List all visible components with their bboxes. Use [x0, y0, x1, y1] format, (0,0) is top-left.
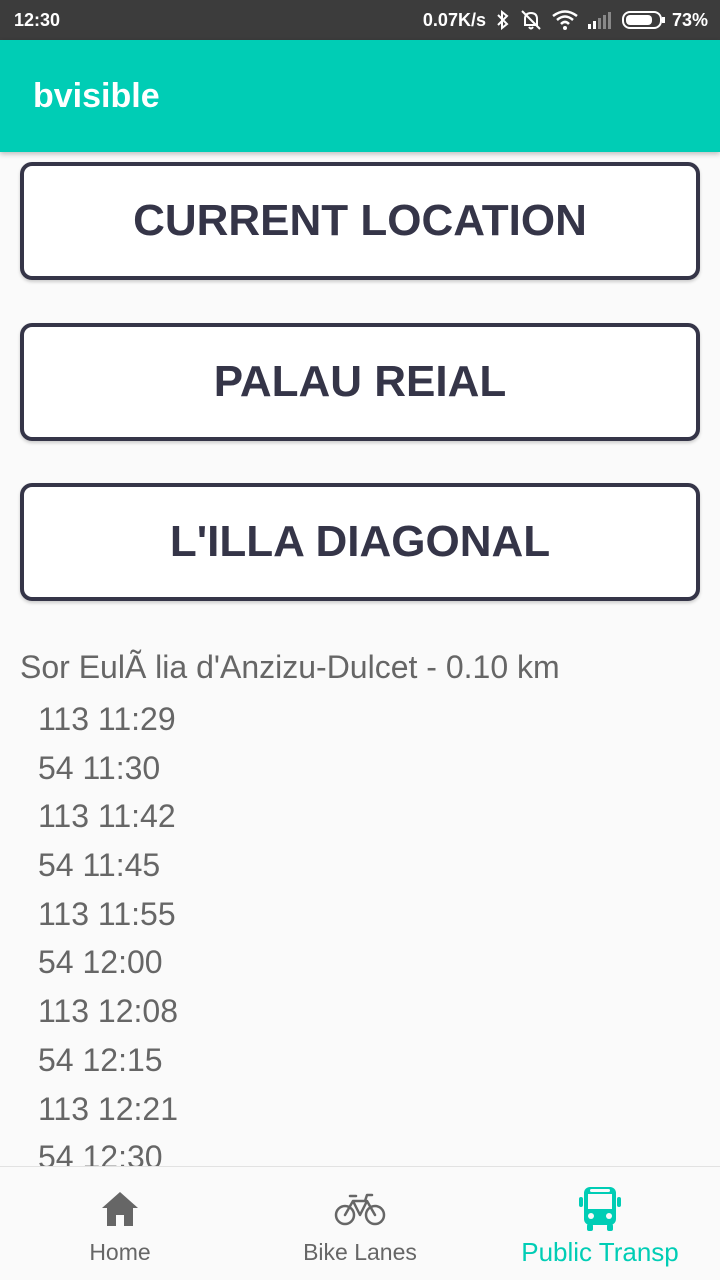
bottom-navigation: Home Bike Lanes Public Transp — [0, 1166, 720, 1280]
app-bar: bvisible — [0, 40, 720, 152]
nav-bike-lanes-label: Bike Lanes — [303, 1239, 417, 1265]
arrival-item: 113 12:21 — [38, 1090, 178, 1127]
nav-home-label: Home — [89, 1239, 151, 1265]
current-location-button[interactable]: CURRENT LOCATION — [20, 162, 700, 280]
arrival-item: 113 11:42 — [38, 798, 176, 835]
status-icons: 0.07K/s 73% — [423, 9, 708, 31]
stop-info: Sor EulÃ lia d'Anzizu-Dulcet - 0.10 km 1… — [20, 647, 700, 1166]
arrival-item: 113 11:29 — [38, 701, 176, 737]
status-time: 12:30 — [14, 9, 61, 30]
nav-bike-lanes[interactable]: Bike Lanes — [240, 1167, 480, 1280]
bell-off-icon — [520, 9, 542, 31]
arrival-item: 113 11:55 — [38, 895, 176, 932]
lilla-diagonal-button[interactable]: L'ILLA DIAGONAL — [20, 483, 700, 601]
app-title: bvisible — [33, 76, 160, 115]
nav-public-transport-label: Public Transp — [521, 1237, 679, 1267]
arrival-item: 54 12:30 — [38, 1139, 163, 1166]
arrival-item: 113 12:08 — [38, 993, 178, 1030]
bus-icon — [576, 1187, 624, 1231]
bike-icon — [334, 1187, 386, 1231]
network-speed: 0.07K/s — [422, 9, 486, 30]
arrival-item: 54 11:30 — [38, 749, 161, 786]
home-icon — [100, 1187, 140, 1231]
nav-home[interactable]: Home — [0, 1167, 240, 1280]
arrival-item: 54 12:00 — [38, 944, 163, 981]
battery: 73% — [621, 9, 708, 31]
arrival-item: 54 12:15 — [38, 1041, 163, 1078]
nav-public-transport[interactable]: Public Transp — [480, 1167, 720, 1280]
signal-icon — [587, 11, 612, 29]
palau-reial-button[interactable]: PALAU REIAL — [20, 323, 700, 441]
wifi-icon — [552, 10, 578, 30]
bluetooth-icon — [496, 10, 510, 30]
status-bar: 12:30 0.07K/s 73% — [0, 0, 720, 40]
main-content: CURRENT LOCATION PALAU REIAL L'ILLA DIAG… — [0, 152, 720, 1166]
battery-level: 73% — [671, 9, 708, 30]
arrival-item: 54 11:45 — [38, 847, 161, 884]
stop-title: Sor EulÃ lia d'Anzizu-Dulcet - 0.10 km — [20, 649, 560, 685]
battery-icon — [621, 11, 665, 29]
